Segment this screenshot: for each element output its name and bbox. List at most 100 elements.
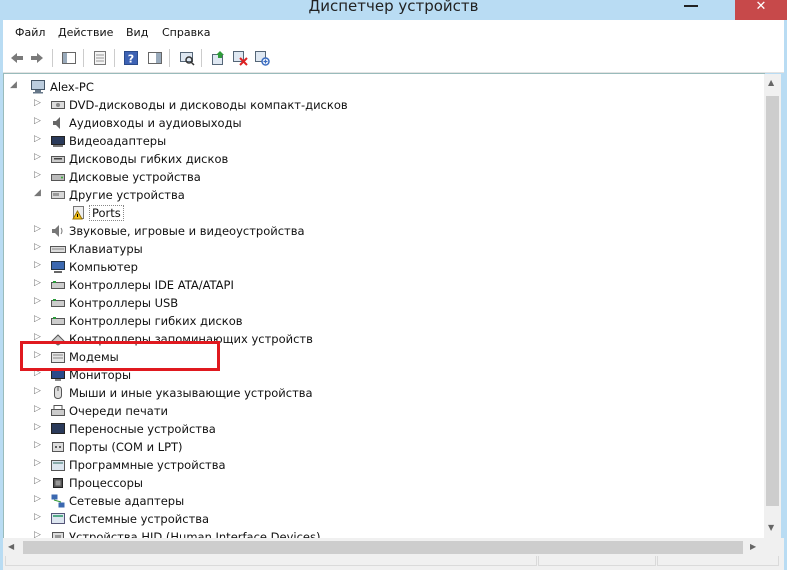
toolbar-separator	[201, 49, 202, 67]
scroll-left-icon[interactable]: ◀	[8, 542, 14, 551]
tree-item[interactable]: ▷ Дисководы гибких дисков	[10, 150, 410, 168]
toolbar-separator	[83, 49, 84, 67]
other-devices-icon	[51, 191, 65, 199]
toolbar-separator	[52, 49, 53, 67]
collapse-arrow-icon[interactable]: ◢	[10, 80, 17, 90]
tree-item[interactable]: ▷ Контроллеры гибких дисков	[10, 312, 410, 330]
toolbar-separator	[169, 49, 170, 67]
tree-item[interactable]: ▷ Процессоры	[10, 474, 410, 492]
tree-item[interactable]: ▷ Дисковые устройства	[10, 168, 410, 186]
menu-help[interactable]: Справка	[162, 26, 210, 39]
tree-item-label: Контроллеры IDE ATA/ATAPI	[69, 278, 234, 292]
tree-item[interactable]: Ports	[10, 204, 410, 222]
tree-item[interactable]: ▷ Мыши и иные указывающие устройства	[10, 384, 410, 402]
scroll-up-icon[interactable]: ▲	[768, 78, 774, 87]
horizontal-scrollbar[interactable]: ◀ ▶	[4, 539, 764, 556]
close-button[interactable]: ✕	[735, 0, 787, 20]
scroll-right-icon[interactable]: ▶	[750, 542, 756, 551]
tree-item[interactable]: ▷ Видеоадаптеры	[10, 132, 410, 150]
tree-item-label: Контроллеры гибких дисков	[69, 314, 243, 328]
tree-item[interactable]: ▷ Контроллеры IDE ATA/ATAPI	[10, 276, 410, 294]
network-adapter-icon	[51, 494, 65, 508]
uninstall-device-icon[interactable]	[254, 50, 270, 66]
expand-arrow-icon[interactable]: ▷	[34, 260, 41, 270]
portable-device-icon	[51, 423, 65, 434]
tree-item[interactable]: ▷ Клавиатуры	[10, 240, 410, 258]
tree-item[interactable]: ▷ Контроллеры USB	[10, 294, 410, 312]
svg-text:?: ?	[128, 53, 134, 66]
expand-arrow-icon[interactable]: ▷	[34, 458, 41, 468]
forward-arrow-icon[interactable]	[29, 50, 45, 66]
expand-arrow-icon[interactable]: ▷	[34, 278, 41, 288]
action-pane-icon[interactable]	[147, 50, 163, 66]
update-driver-icon[interactable]	[210, 50, 226, 66]
expand-arrow-icon[interactable]: ▷	[34, 386, 41, 396]
menu-file[interactable]: Файл	[15, 26, 45, 39]
expand-arrow-icon[interactable]: ▷	[34, 296, 41, 306]
expand-arrow-icon[interactable]: ▷	[34, 440, 41, 450]
tree-item[interactable]: ▷ Компьютер	[10, 258, 410, 276]
expand-arrow-icon[interactable]: ▷	[34, 152, 41, 162]
minimize-button[interactable]	[684, 5, 698, 7]
floppy-drive-icon	[51, 156, 65, 163]
warning-device-icon	[72, 206, 84, 220]
computer-root-icon	[31, 80, 45, 94]
expand-arrow-icon[interactable]: ▷	[34, 476, 41, 486]
tree-item[interactable]: ▷ Системные устройства	[10, 510, 410, 528]
expand-arrow-icon[interactable]: ▷	[34, 494, 41, 504]
disable-device-icon[interactable]	[232, 50, 248, 66]
expand-arrow-icon[interactable]: ▷	[34, 422, 41, 432]
scan-hardware-icon[interactable]	[179, 50, 195, 66]
tree-item-label: Клавиатуры	[69, 242, 143, 256]
tree-item[interactable]: ▷ Переносные устройства	[10, 420, 410, 438]
system-device-icon	[51, 513, 65, 524]
close-icon: ✕	[755, 0, 767, 14]
tree-item[interactable]: ▷ Порты (COM и LPT)	[10, 438, 410, 456]
expand-arrow-icon[interactable]: ▷	[34, 98, 41, 108]
expand-arrow-icon[interactable]: ▷	[34, 512, 41, 522]
tree-item[interactable]: ▷ Программные устройства	[10, 456, 410, 474]
tree-item-label: Компьютер	[69, 260, 138, 274]
tree-item-label: Аудиовходы и аудиовыходы	[69, 116, 242, 130]
tree-item-label: Программные устройства	[69, 458, 226, 472]
tree-item[interactable]: ▷ Звуковые, игровые и видеоустройства	[10, 222, 410, 240]
vertical-scrollbar[interactable]: ▲ ▼	[764, 74, 781, 538]
tree-item[interactable]: ▷ Сетевые адаптеры	[10, 492, 410, 510]
expand-arrow-icon[interactable]: ▷	[34, 116, 41, 126]
expand-arrow-icon[interactable]: ▷	[34, 134, 41, 144]
disk-drive-icon	[51, 174, 65, 181]
root-label: Alex-PC	[50, 80, 94, 94]
printer-icon	[51, 405, 65, 416]
show-hide-console-tree-icon[interactable]	[61, 50, 77, 66]
properties-icon[interactable]	[92, 50, 108, 66]
tree-root[interactable]: ◢ Alex-PC	[10, 78, 310, 96]
expand-arrow-icon[interactable]: ▷	[34, 242, 41, 252]
menu-bar: Файл Действие Вид Справка	[3, 20, 784, 44]
expand-arrow-icon[interactable]: ▷	[34, 170, 41, 180]
expand-arrow-icon[interactable]: ▷	[34, 404, 41, 414]
expand-arrow-icon[interactable]: ▷	[34, 314, 41, 324]
tree-item-label: Видеоадаптеры	[69, 134, 167, 148]
tree-item-label: Процессоры	[69, 476, 143, 490]
annotation-highlight-modems	[20, 341, 220, 371]
tree-item-label: Переносные устройства	[69, 422, 216, 436]
tree-item-label: Дисковые устройства	[69, 170, 201, 184]
title-bar: Диспетчер устройств ✕	[0, 0, 787, 20]
device-tree: ◢ Alex-PC ▷ DVD-дисководы и дисководы ком…	[3, 73, 765, 540]
toolbar: ?	[3, 44, 784, 73]
horizontal-scroll-thumb[interactable]	[23, 541, 743, 554]
help-icon[interactable]: ?	[123, 50, 139, 66]
tree-item[interactable]: ▷ DVD-дисководы и дисководы компакт-диско…	[10, 96, 410, 114]
menu-action[interactable]: Действие	[58, 26, 113, 39]
vertical-scroll-thumb[interactable]	[766, 96, 779, 506]
menu-view[interactable]: Вид	[126, 26, 148, 39]
back-arrow-icon[interactable]	[9, 50, 25, 66]
usb-controller-icon	[51, 299, 65, 307]
expand-arrow-icon[interactable]: ▷	[34, 224, 41, 234]
tree-item[interactable]: ▷ Очереди печати	[10, 402, 410, 420]
collapse-arrow-icon[interactable]: ◢	[34, 188, 41, 198]
scroll-down-icon[interactable]: ▼	[768, 523, 774, 532]
tree-item[interactable]: ◢ Другие устройства	[10, 186, 410, 204]
tree-item[interactable]: ▷ Аудиовходы и аудиовыходы	[10, 114, 410, 132]
computer-icon	[51, 261, 65, 273]
